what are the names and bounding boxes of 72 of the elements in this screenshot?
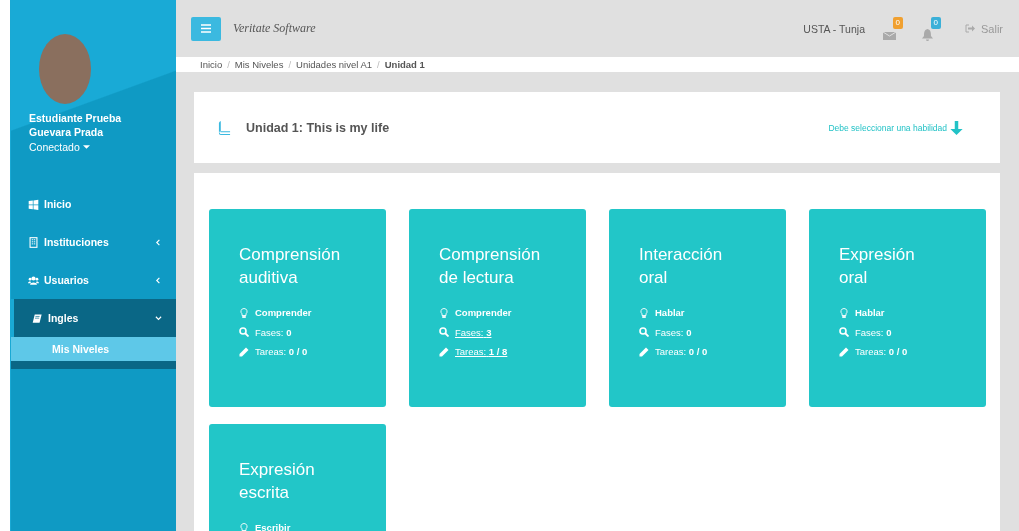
tasks-count: Tareas: 0 / 0 <box>855 346 908 358</box>
skill-card[interactable]: Expresión oral Hablar Fases: 0 Tareas: 0 / 0 <box>809 209 986 407</box>
windows-icon <box>28 198 39 210</box>
avatar-photo-placeholder <box>39 34 91 104</box>
phases-count: Fases: 0 <box>655 326 692 338</box>
skill-title: Comprensión auditiva <box>239 244 342 289</box>
skill-card[interactable]: Comprensión de lectura Comprender Fases: 3 Tareas: 1 / 8 <box>409 209 586 407</box>
menu-icon <box>201 24 211 33</box>
arrow-down-icon <box>950 120 963 135</box>
lightbulb-icon <box>639 307 649 318</box>
submenu-item[interactable]: Mis Niveles <box>11 337 176 361</box>
chevron-left-icon <box>155 276 162 284</box>
pencil-icon <box>839 346 849 357</box>
mail-button[interactable]: 0 <box>883 16 903 41</box>
count-badge: 0 <box>892 16 903 29</box>
logout-link[interactable]: Salir <box>965 22 1003 35</box>
tasks-count: Tareas: 0 / 0 <box>255 346 308 358</box>
skill-title: Interacción oral <box>639 244 724 289</box>
ability-label: Escribir <box>255 522 291 531</box>
building-icon <box>28 236 39 248</box>
phases-count: Fases: 0 <box>255 326 292 338</box>
search-icon <box>639 327 649 338</box>
chevron-down-icon <box>155 314 162 322</box>
skill-card[interactable]: Comprensión auditiva Comprender Fases: 0 Tareas: 0 / 0 <box>209 209 386 407</box>
notifications-button[interactable]: 0 <box>921 16 941 41</box>
users-icon <box>28 274 39 286</box>
logout-icon <box>965 24 975 33</box>
pencil-icon <box>239 346 249 357</box>
tasks-link[interactable]: Tareas: 1 / 8 <box>455 346 508 358</box>
pencil-icon <box>639 346 649 357</box>
phases-link[interactable]: Fases: 3 <box>455 326 492 338</box>
ability-label: Hablar <box>855 307 885 319</box>
sidebar-item[interactable]: Usuarios <box>11 261 176 299</box>
chevron-left-icon <box>155 238 162 246</box>
skill-title: Expresión escrita <box>239 459 316 504</box>
breadcrumb-separator: / <box>377 59 380 70</box>
lightbulb-icon <box>239 307 249 318</box>
ability-label: Comprender <box>455 307 512 319</box>
breadcrumb-item: Unidad 1 <box>384 59 425 70</box>
skill-card[interactable]: Interacción oral Hablar Fases: 0 Tareas: 0 / 0 <box>609 209 786 407</box>
breadcrumb-item[interactable]: Mis Niveles <box>234 59 284 70</box>
skill-card[interactable]: Expresión escrita Escribir <box>209 424 386 531</box>
status-dropdown[interactable]: Conectado <box>29 139 176 155</box>
menu-button[interactable] <box>191 16 221 41</box>
skill-title: Comprensión de lectura <box>439 244 542 289</box>
lightbulb-icon <box>439 307 449 318</box>
sidebar-item[interactable]: Ingles <box>11 299 176 337</box>
brand-logo-text: Veritate Software <box>233 21 317 36</box>
ability-label: Comprender <box>255 307 312 319</box>
sidebar-item[interactable]: Instituciones <box>11 223 176 261</box>
skill-title: Expresión oral <box>839 244 916 289</box>
pencil-icon <box>439 346 449 357</box>
search-icon <box>439 327 449 338</box>
ability-label: Hablar <box>655 307 685 319</box>
user-name: Estudiante Prueba Guevara Prada <box>29 111 123 139</box>
lightbulb-icon <box>839 307 849 318</box>
lightbulb-icon <box>239 522 249 531</box>
breadcrumb-separator: / <box>288 59 292 70</box>
select-skill-hint: Debe seleccionar una habilidad <box>828 120 978 135</box>
search-icon <box>839 327 849 338</box>
tasks-count: Tareas: 0 / 0 <box>655 346 708 358</box>
institution-label: USTA - Tunja <box>803 22 865 35</box>
phases-count: Fases: 0 <box>855 326 892 338</box>
unit-title: Unidad 1: This is my life <box>246 120 391 135</box>
breadcrumb-item[interactable]: Inicio <box>200 59 223 70</box>
count-badge: 0 <box>930 16 941 29</box>
sidebar-item[interactable]: Inicio <box>11 185 176 223</box>
bell-icon <box>921 28 934 41</box>
breadcrumb-item[interactable]: Unidades nivel A1 <box>296 59 373 70</box>
breadcrumb-separator: / <box>227 59 230 70</box>
caret-icon <box>82 145 90 149</box>
search-icon <box>239 327 249 338</box>
